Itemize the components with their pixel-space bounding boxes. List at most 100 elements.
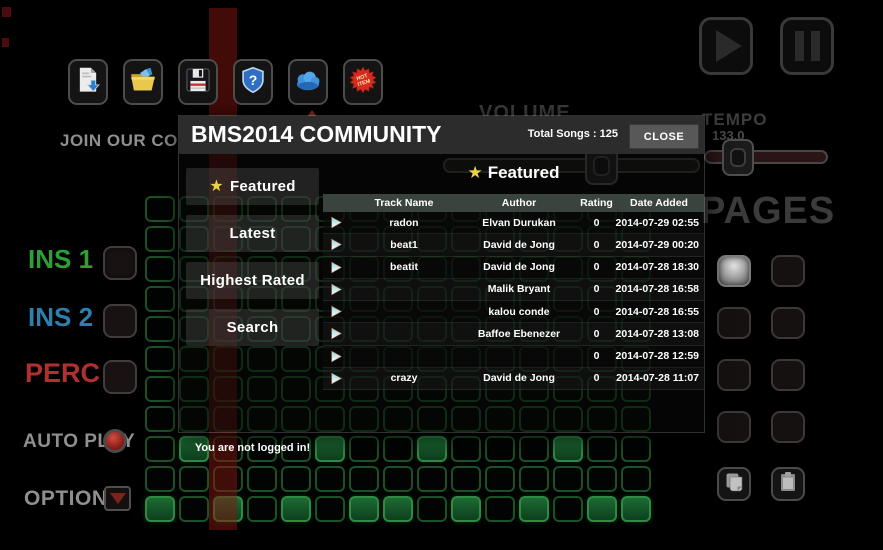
options-dropdown-button[interactable] — [104, 486, 131, 511]
step-cell-r10-c1[interactable] — [179, 496, 209, 522]
step-cell-r10-c14[interactable] — [621, 496, 651, 522]
step-cell-r9-c7[interactable] — [383, 466, 413, 492]
step-cell-r9-c9[interactable] — [451, 466, 481, 492]
step-cell-r9-c12[interactable] — [553, 466, 583, 492]
step-cell-r10-c13[interactable] — [587, 496, 617, 522]
table-row[interactable]: beatitDavid de Jong02014-07-28 18:30 — [323, 257, 704, 279]
step-cell-r9-c14[interactable] — [621, 466, 651, 492]
instrument-button-perc[interactable] — [103, 360, 137, 394]
page-button-7[interactable] — [717, 411, 751, 443]
cell-rating: 0 — [579, 372, 614, 384]
row-play-icon[interactable] — [323, 305, 349, 318]
step-cell-r8-c10[interactable] — [485, 436, 515, 462]
play-button[interactable] — [699, 17, 753, 75]
step-cell-r9-c11[interactable] — [519, 466, 549, 492]
step-cell-r10-c11[interactable] — [519, 496, 549, 522]
table-row[interactable]: kalou conde02014-07-28 16:55 — [323, 301, 704, 323]
row-play-icon[interactable] — [323, 261, 349, 274]
step-cell-r10-c6[interactable] — [349, 496, 379, 522]
dialog-title: BMS2014 COMMUNITY — [191, 121, 441, 148]
step-cell-r10-c8[interactable] — [417, 496, 447, 522]
step-cell-r8-c9[interactable] — [451, 436, 481, 462]
step-cell-r9-c10[interactable] — [485, 466, 515, 492]
help-button[interactable]: ? — [233, 59, 273, 105]
step-cell-r10-c4[interactable] — [281, 496, 311, 522]
nav-label: Featured — [230, 178, 296, 195]
nav-search[interactable]: Search — [186, 309, 319, 346]
step-cell-r7-c0[interactable] — [145, 406, 175, 432]
step-cell-r8-c12[interactable] — [553, 436, 583, 462]
step-cell-r9-c6[interactable] — [349, 466, 379, 492]
step-cell-r6-c0[interactable] — [145, 376, 175, 402]
table-row[interactable]: beat1David de Jong02014-07-29 00:20 — [323, 234, 704, 256]
pause-button[interactable] — [780, 17, 834, 75]
step-cell-r8-c14[interactable] — [621, 436, 651, 462]
table-row[interactable]: Malik Bryant02014-07-28 16:58 — [323, 279, 704, 301]
table-row[interactable]: 02014-07-28 12:59 — [323, 346, 704, 368]
step-cell-r8-c5[interactable] — [315, 436, 345, 462]
page-button-8[interactable] — [771, 411, 805, 443]
close-button[interactable]: CLOSE — [629, 124, 699, 149]
new-file-button[interactable] — [68, 59, 108, 105]
step-cell-r10-c10[interactable] — [485, 496, 515, 522]
step-cell-r2-c0[interactable] — [145, 256, 175, 282]
page-button-1[interactable] — [717, 255, 751, 287]
row-play-icon[interactable] — [323, 283, 349, 296]
step-cell-r10-c3[interactable] — [247, 496, 277, 522]
step-cell-r8-c11[interactable] — [519, 436, 549, 462]
step-cell-r10-c12[interactable] — [553, 496, 583, 522]
hot-item-button[interactable]: HOTITEM — [343, 59, 383, 105]
row-play-icon[interactable] — [323, 216, 349, 229]
table-header-row: Track Name Author Rating Date Added — [323, 194, 704, 212]
step-cell-r0-c0[interactable] — [145, 196, 175, 222]
row-play-icon[interactable] — [323, 238, 349, 251]
step-cell-r10-c0[interactable] — [145, 496, 175, 522]
step-cell-r9-c8[interactable] — [417, 466, 447, 492]
tracks-table: Track Name Author Rating Date Added rado… — [323, 194, 704, 390]
step-cell-r9-c13[interactable] — [587, 466, 617, 492]
row-play-icon[interactable] — [323, 372, 349, 385]
instrument-button-ins2[interactable] — [103, 304, 137, 338]
tempo-slider-handle[interactable] — [722, 139, 754, 176]
step-cell-r9-c3[interactable] — [247, 466, 277, 492]
step-cell-r8-c7[interactable] — [383, 436, 413, 462]
step-cell-r8-c0[interactable] — [145, 436, 175, 462]
step-cell-r9-c4[interactable] — [281, 466, 311, 492]
page-button-3[interactable] — [717, 307, 751, 339]
step-cell-r1-c0[interactable] — [145, 226, 175, 252]
step-cell-r9-c1[interactable] — [179, 466, 209, 492]
nav-highest-rated[interactable]: Highest Rated — [186, 262, 319, 299]
step-cell-r8-c8[interactable] — [417, 436, 447, 462]
step-cell-r8-c13[interactable] — [587, 436, 617, 462]
step-cell-r10-c5[interactable] — [315, 496, 345, 522]
autoplay-toggle[interactable] — [103, 429, 127, 453]
row-play-icon[interactable] — [323, 327, 349, 340]
step-cell-r8-c6[interactable] — [349, 436, 379, 462]
nav-featured[interactable]: ★Featured — [186, 168, 319, 205]
table-row[interactable]: radonElvan Durukan02014-07-29 02:55 — [323, 212, 704, 234]
paste-page-button[interactable] — [771, 467, 805, 501]
step-cell-r4-c0[interactable] — [145, 316, 175, 342]
cell-date: 2014-07-28 18:30 — [614, 261, 704, 273]
step-cell-r10-c9[interactable] — [451, 496, 481, 522]
step-cell-r9-c5[interactable] — [315, 466, 345, 492]
page-button-5[interactable] — [717, 359, 751, 391]
table-row[interactable]: crazyDavid de Jong02014-07-28 11:07 — [323, 368, 704, 390]
instrument-button-ins1[interactable] — [103, 246, 137, 280]
step-cell-r3-c0[interactable] — [145, 286, 175, 312]
row-play-icon[interactable] — [323, 350, 349, 363]
step-cell-r5-c0[interactable] — [145, 346, 175, 372]
chevron-down-icon — [110, 493, 126, 504]
page-button-6[interactable] — [771, 359, 805, 391]
open-folder-button[interactable] — [123, 59, 163, 105]
save-button[interactable] — [178, 59, 218, 105]
community-button[interactable] — [288, 59, 328, 105]
page-button-2[interactable] — [771, 255, 805, 287]
page-button-4[interactable] — [771, 307, 805, 339]
copy-page-button[interactable] — [717, 467, 751, 501]
nav-latest[interactable]: Latest — [186, 215, 319, 252]
table-row[interactable]: Baffoe Ebenezer02014-07-28 13:08 — [323, 323, 704, 345]
step-cell-r9-c0[interactable] — [145, 466, 175, 492]
step-cell-r10-c7[interactable] — [383, 496, 413, 522]
cell-track: radon — [349, 217, 459, 229]
